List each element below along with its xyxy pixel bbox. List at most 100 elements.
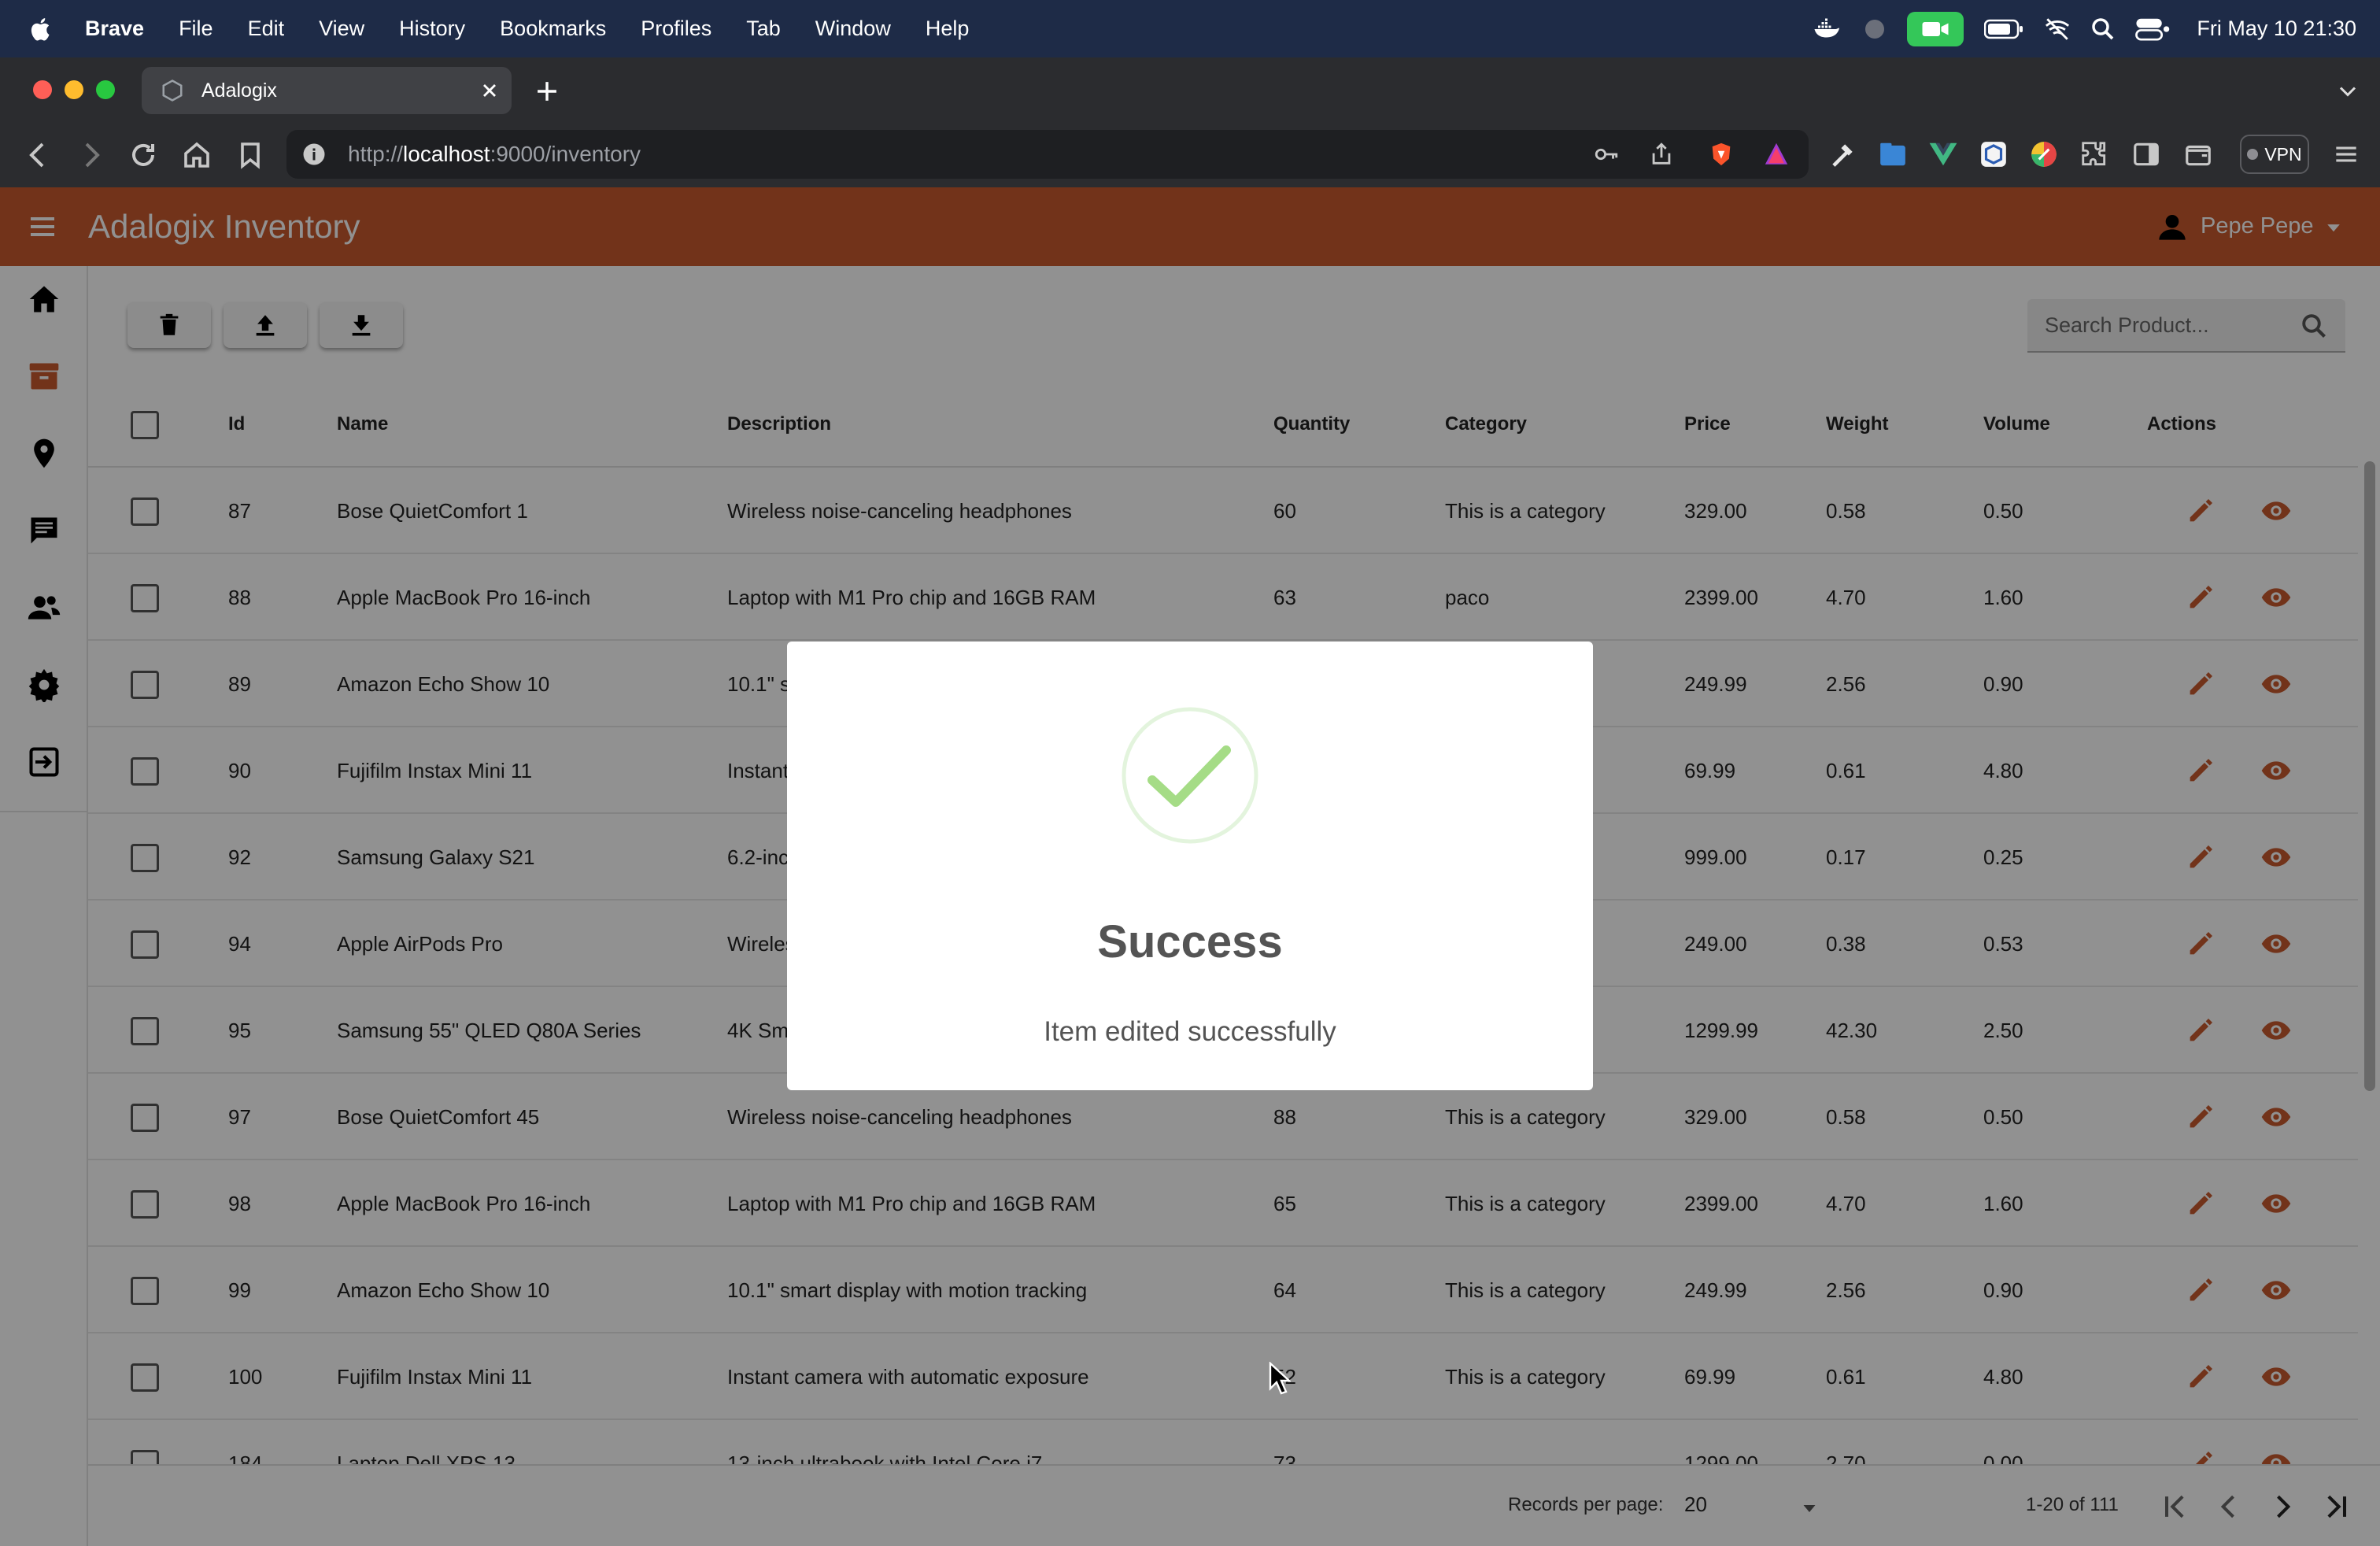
hamburger-menu-icon[interactable]	[25, 211, 60, 242]
record-circle-icon[interactable]	[1863, 17, 1887, 41]
edit-pencil-icon[interactable]	[2185, 1101, 2216, 1133]
product-search[interactable]	[2027, 299, 2345, 353]
header-id[interactable]: Id	[228, 381, 245, 468]
edit-pencil-icon[interactable]	[2185, 668, 2216, 700]
extension-box-icon[interactable]	[1979, 139, 2009, 169]
close-tab-icon[interactable]	[479, 80, 501, 102]
user-name[interactable]: Pepe Pepe	[2201, 213, 2314, 239]
menubar-clock[interactable]: Fri May 10 21:30	[2197, 17, 2356, 41]
sidebar-toggle-icon[interactable]	[2131, 139, 2161, 169]
header-price[interactable]: Price	[1684, 381, 1731, 468]
window-minimize-button[interactable]	[65, 80, 83, 99]
nav-settings-gear-icon[interactable]	[27, 668, 61, 702]
header-volume[interactable]: Volume	[1983, 381, 2050, 468]
address-bar[interactable]: http://localhost:9000/inventory	[286, 130, 1809, 179]
facetime-camera-icon[interactable]	[1907, 11, 1964, 46]
view-eye-icon[interactable]	[2260, 1101, 2292, 1133]
upload-button[interactable]	[224, 302, 307, 348]
view-eye-icon[interactable]	[2260, 582, 2292, 613]
forward-icon[interactable]	[76, 139, 107, 171]
menu-history[interactable]: History	[399, 17, 465, 41]
header-description[interactable]: Description	[727, 381, 831, 468]
select-all-checkbox[interactable]	[131, 411, 159, 439]
brave-shields-icon[interactable]	[1708, 141, 1735, 168]
caret-down-icon[interactable]	[2323, 217, 2344, 238]
table-scrollbar-thumb[interactable]	[2364, 461, 2375, 1091]
header-category[interactable]: Category	[1445, 381, 1527, 468]
nav-inventory-archive-icon[interactable]	[27, 359, 61, 394]
view-eye-icon[interactable]	[2260, 1015, 2292, 1046]
menu-window[interactable]: Window	[815, 17, 891, 41]
edit-pencil-icon[interactable]	[2185, 495, 2216, 527]
brave-rewards-icon[interactable]	[1763, 141, 1790, 168]
view-eye-icon[interactable]	[2260, 668, 2292, 700]
chevron-down-icon[interactable]	[2336, 80, 2360, 103]
site-info-icon[interactable]	[302, 142, 326, 166]
header-name[interactable]: Name	[337, 381, 388, 468]
share-icon[interactable]	[1648, 141, 1675, 168]
download-button[interactable]	[320, 302, 403, 348]
wallet-icon[interactable]	[2183, 139, 2213, 169]
row-checkbox[interactable]	[131, 844, 159, 872]
header-quantity[interactable]: Quantity	[1273, 381, 1350, 468]
window-zoom-button[interactable]	[96, 80, 115, 99]
battery-icon[interactable]	[1984, 19, 2023, 39]
edit-pencil-icon[interactable]	[2185, 841, 2216, 873]
docker-icon[interactable]	[1813, 17, 1842, 41]
menu-tab[interactable]: Tab	[746, 17, 781, 41]
window-close-button[interactable]	[33, 80, 52, 99]
first-page-icon[interactable]	[2158, 1489, 2193, 1524]
edit-pencil-icon[interactable]	[2185, 755, 2216, 786]
extension-color-picker-icon[interactable]	[2029, 139, 2059, 169]
view-eye-icon[interactable]	[2260, 1274, 2292, 1306]
new-tab-icon[interactable]	[534, 78, 560, 105]
header-weight[interactable]: Weight	[1826, 381, 1889, 468]
extensions-puzzle-icon[interactable]	[2079, 139, 2109, 169]
last-page-icon[interactable]	[2319, 1489, 2353, 1524]
nav-logout-icon[interactable]	[27, 745, 61, 779]
row-checkbox[interactable]	[131, 757, 159, 786]
menu-file[interactable]: File	[179, 17, 213, 41]
menu-help[interactable]: Help	[926, 17, 970, 41]
row-checkbox[interactable]	[131, 671, 159, 699]
nav-home-icon[interactable]	[27, 282, 61, 316]
previous-page-icon[interactable]	[2212, 1489, 2246, 1524]
row-checkbox[interactable]	[131, 1190, 159, 1219]
apple-logo-icon[interactable]	[28, 16, 55, 43]
view-eye-icon[interactable]	[2260, 841, 2292, 873]
menu-view[interactable]: View	[319, 17, 364, 41]
view-eye-icon[interactable]	[2260, 1361, 2292, 1393]
row-checkbox[interactable]	[131, 1104, 159, 1132]
row-checkbox[interactable]	[131, 1277, 159, 1305]
wifi-off-icon[interactable]	[2044, 17, 2071, 41]
menu-app-name[interactable]: Brave	[85, 17, 144, 41]
search-icon[interactable]	[2300, 312, 2328, 340]
back-icon[interactable]	[22, 139, 54, 171]
records-per-page-select[interactable]: 20	[1684, 1492, 1707, 1517]
edit-pencil-icon[interactable]	[2185, 1015, 2216, 1046]
view-eye-icon[interactable]	[2260, 495, 2292, 527]
reload-icon[interactable]	[128, 139, 159, 171]
row-checkbox[interactable]	[131, 584, 159, 612]
menu-bookmarks[interactable]: Bookmarks	[500, 17, 606, 41]
address-url[interactable]: http://localhost:9000/inventory	[348, 142, 641, 167]
home-icon[interactable]	[181, 139, 213, 171]
next-page-icon[interactable]	[2265, 1489, 2300, 1524]
search-input[interactable]	[2045, 299, 2297, 351]
browser-menu-icon[interactable]	[2331, 139, 2361, 169]
spotlight-search-icon[interactable]	[2091, 17, 2115, 41]
extension-dropper-icon[interactable]	[1828, 139, 1857, 169]
row-checkbox[interactable]	[131, 930, 159, 959]
edit-pencil-icon[interactable]	[2185, 582, 2216, 613]
user-account-icon[interactable]	[2156, 211, 2188, 242]
menu-edit[interactable]: Edit	[248, 17, 285, 41]
bookmark-icon[interactable]	[235, 139, 266, 171]
menu-profiles[interactable]: Profiles	[641, 17, 711, 41]
extension-folder-icon[interactable]	[1878, 139, 1908, 169]
row-checkbox[interactable]	[131, 1363, 159, 1392]
browser-tab-active[interactable]: Adalogix	[142, 67, 512, 114]
control-center-icon[interactable]	[2135, 17, 2170, 41]
edit-pencil-icon[interactable]	[2185, 1188, 2216, 1219]
nav-messages-icon[interactable]	[27, 513, 61, 548]
edit-pencil-icon[interactable]	[2185, 1361, 2216, 1393]
